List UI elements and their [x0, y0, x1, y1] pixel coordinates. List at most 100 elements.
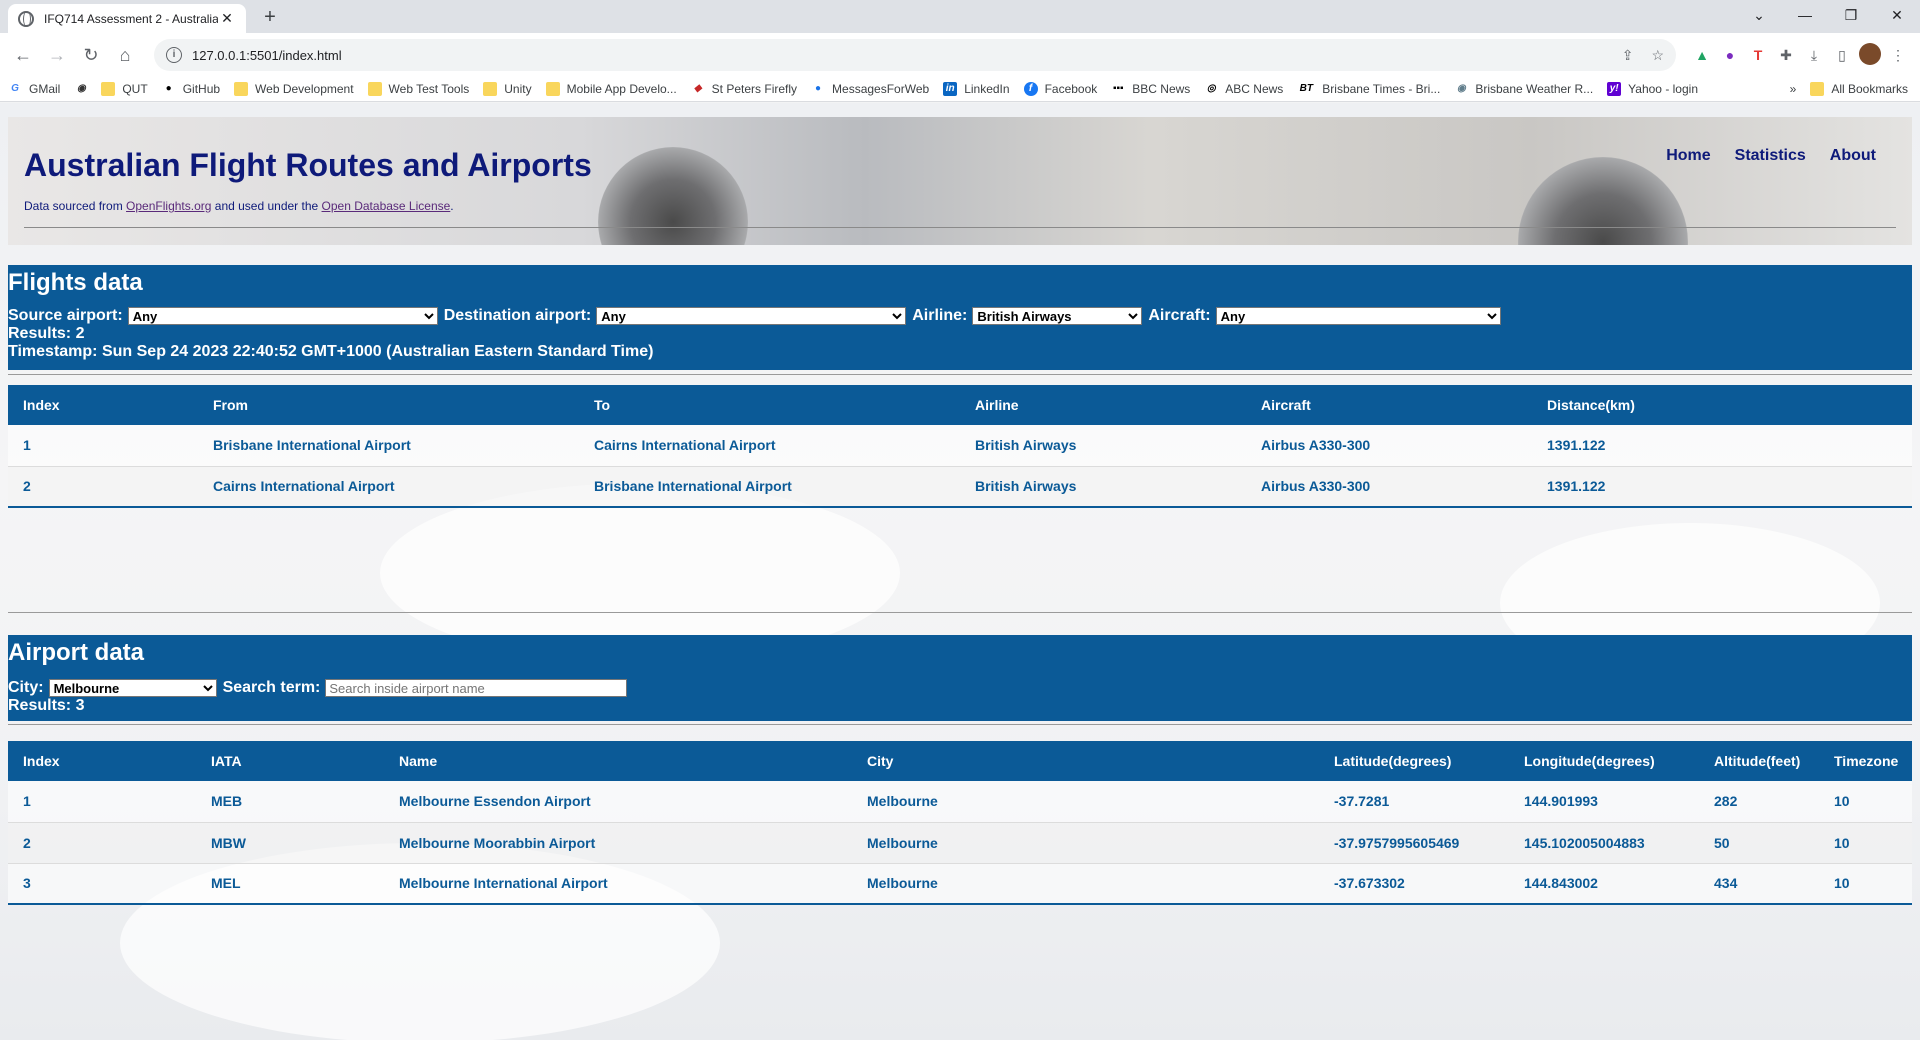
destination-airport-label: Destination airport: [443, 307, 592, 324]
cell-iata: MEB [196, 781, 384, 823]
bookmarks-bar: G GMail ◉ QUT ● GitHub Web Development Web… [0, 77, 1920, 102]
bookmark-brisbane-weather[interactable]: ◉ Brisbane Weather R... [1454, 82, 1593, 96]
bookmark-st-peters[interactable]: ◆ St Peters Firefly [691, 82, 797, 96]
table-header-row: Index From To Airline Aircraft Distance(… [8, 385, 1912, 425]
cell-altitude: 50 [1699, 822, 1819, 864]
airline-select[interactable]: British Airways [972, 307, 1143, 325]
back-icon[interactable]: ← [8, 40, 38, 70]
flights-panel: Flights data Source airport: Any Destina… [8, 265, 1912, 370]
bt-icon: BT [1299, 83, 1313, 94]
destination-airport-select[interactable]: Any [596, 307, 907, 325]
bookmark-brisbane-times[interactable]: BT Brisbane Times - Bri... [1297, 82, 1441, 96]
profile-avatar[interactable] [1856, 42, 1884, 68]
airport-search-input[interactable] [325, 679, 628, 697]
cell-name: Melbourne International Airport [384, 863, 852, 905]
new-tab-icon[interactable]: + [258, 6, 282, 30]
cell-index: 2 [8, 822, 196, 864]
share-icon[interactable]: ⇪ [1622, 47, 1634, 64]
site-info-icon[interactable]: i [166, 47, 182, 63]
cell-aircraft: Airbus A330-300 [1246, 425, 1532, 467]
bookmark-globe[interactable]: ◉ [74, 82, 95, 96]
bookmark-web-test-tools[interactable]: Web Test Tools [367, 82, 469, 96]
bookmark-unity[interactable]: Unity [483, 82, 532, 96]
url-text[interactable]: 127.0.0.1:5501/index.html [192, 48, 1604, 63]
browser-toolbar: ← → ↻ ⌂ i 127.0.0.1:5501/index.html ⇪ ☆ … [0, 33, 1920, 77]
section-divider [8, 724, 1912, 725]
messages-icon: ● [815, 83, 822, 94]
tab-search-icon[interactable]: ⌄ [1736, 0, 1782, 33]
bookmark-qut[interactable]: QUT [101, 82, 148, 96]
column-header: Longitude(degrees) [1524, 753, 1655, 769]
bookmark-messages[interactable]: ● MessagesForWeb [811, 82, 929, 96]
aircraft-select[interactable]: Any [1215, 307, 1501, 325]
source-airport-select[interactable]: Any [127, 307, 438, 325]
side-panel-icon[interactable]: ▯ [1828, 47, 1856, 64]
column-header: Index [23, 753, 60, 769]
nav-about[interactable]: About [1830, 147, 1876, 165]
menu-icon[interactable]: ⋮ [1884, 47, 1912, 64]
bookmark-linkedin[interactable]: in LinkedIn [943, 82, 1010, 96]
cell-distance: 1391.122 [1532, 425, 1912, 467]
table-row: 1 MEB Melbourne Essendon Airport Melbour… [8, 781, 1912, 823]
cell-latitude: -37.7281 [1319, 781, 1509, 823]
column-header: IATA [211, 753, 242, 769]
browser-tab[interactable]: IFQ714 Assessment 2 - Australian ✕ [8, 4, 246, 33]
bookmark-gmail[interactable]: G GMail [8, 82, 60, 96]
restore-icon[interactable]: ❐ [1828, 0, 1874, 33]
bookmark-abc[interactable]: ◎ ABC News [1204, 82, 1283, 96]
extensions-area: ▲ ● T ✚ ⤓ ▯ ⋮ [1688, 42, 1912, 68]
github-icon: ● [165, 83, 172, 94]
column-header: From [213, 397, 248, 413]
download-icon[interactable]: ⤓ [1800, 47, 1828, 64]
column-header: City [867, 753, 894, 769]
folder-icon [367, 82, 382, 96]
bookmarks-right: » All Bookmarks [1790, 82, 1912, 96]
cell-to: Cairns International Airport [579, 425, 960, 467]
cell-city: Melbourne [852, 781, 1319, 823]
table-row: 1 Brisbane International Airport Cairns … [8, 425, 1912, 467]
globe-icon [18, 10, 34, 27]
close-window-icon[interactable]: ✕ [1874, 0, 1920, 33]
bookmark-mobile-app[interactable]: Mobile App Develo... [545, 82, 677, 96]
column-header: Timezone [1834, 753, 1899, 769]
header-divider [24, 227, 1896, 228]
flights-results-count: Results: 2 [8, 325, 85, 342]
bookmark-star-icon[interactable]: ☆ [1651, 47, 1664, 64]
cell-altitude: 282 [1699, 781, 1819, 823]
reload-icon[interactable]: ↻ [76, 40, 106, 70]
airports-heading: Airport data [8, 639, 145, 666]
bookmark-github[interactable]: ● GitHub [162, 82, 220, 96]
airline-label: Airline: [912, 307, 968, 324]
search-term-label: Search term: [222, 679, 321, 696]
cell-name: Melbourne Essendon Airport [384, 781, 852, 823]
bookmark-bbc[interactable]: ▪▪▪ BBC News [1111, 82, 1190, 96]
cell-aircraft: Airbus A330-300 [1246, 466, 1532, 508]
header-engine-graphic [598, 147, 748, 245]
drive-icon[interactable]: ▲ [1688, 47, 1716, 63]
section-divider [8, 612, 1912, 613]
window-controls: ⌄ — ❐ ✕ [1736, 0, 1920, 33]
more-bookmarks-button[interactable]: » [1790, 82, 1797, 96]
flights-filters: Source airport: Any Destination airport:… [8, 307, 1912, 325]
folder-icon [101, 82, 116, 96]
forward-icon[interactable]: → [42, 40, 72, 70]
bookmark-yahoo[interactable]: y! Yahoo - login [1607, 82, 1698, 96]
flights-timestamp: Timestamp: Sun Sep 24 2023 22:40:52 GMT+… [8, 343, 654, 360]
bbc-icon: ▪▪▪ [1112, 83, 1124, 94]
tp-extension-icon[interactable]: T [1744, 47, 1772, 63]
c-extension-icon[interactable]: ● [1716, 47, 1744, 63]
openflights-link[interactable]: OpenFlights.org [126, 199, 211, 213]
address-bar[interactable]: i 127.0.0.1:5501/index.html ⇪ ☆ [154, 39, 1676, 71]
bookmark-web-development[interactable]: Web Development [234, 82, 354, 96]
all-bookmarks[interactable]: All Bookmarks [1810, 82, 1908, 96]
city-select[interactable]: Melbourne [48, 679, 217, 697]
nav-home[interactable]: Home [1666, 147, 1710, 165]
column-header: Name [399, 753, 438, 769]
home-icon[interactable]: ⌂ [110, 40, 140, 70]
nav-statistics[interactable]: Statistics [1735, 147, 1806, 165]
minimize-icon[interactable]: — [1782, 0, 1828, 33]
license-link[interactable]: Open Database License [322, 199, 451, 213]
bookmark-facebook[interactable]: f Facebook [1023, 82, 1097, 96]
close-tab-icon[interactable]: ✕ [218, 10, 236, 27]
puzzle-icon[interactable]: ✚ [1772, 47, 1800, 64]
